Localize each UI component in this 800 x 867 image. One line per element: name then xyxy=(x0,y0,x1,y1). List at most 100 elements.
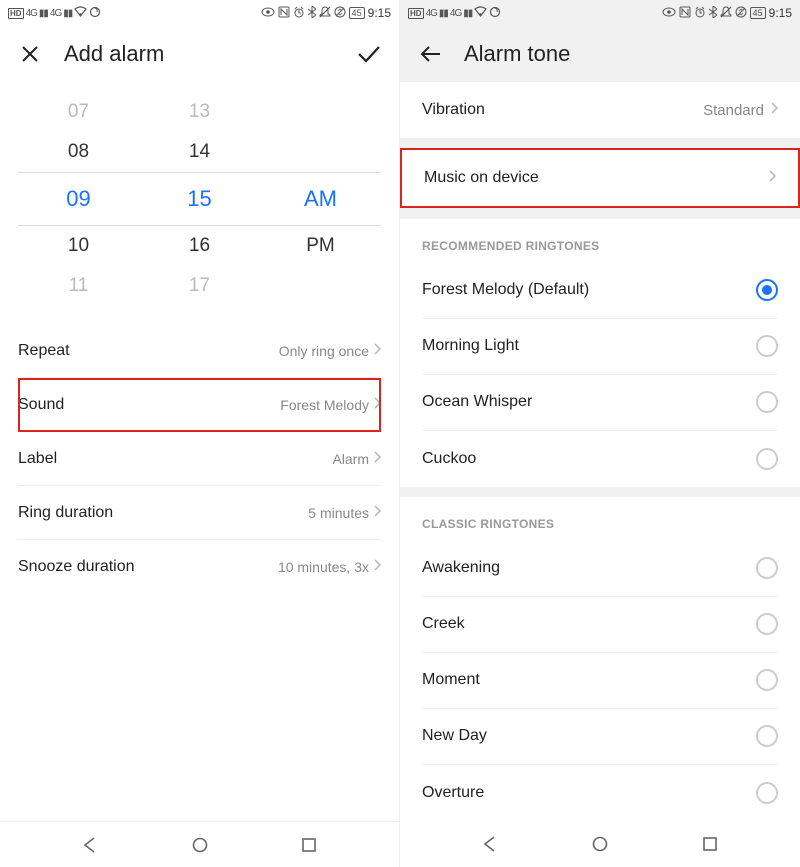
hd-badge: HD xyxy=(8,8,24,19)
chevron-right-icon xyxy=(373,558,381,576)
nav-recent[interactable] xyxy=(690,829,730,859)
ringtone-label: Overture xyxy=(422,784,484,802)
alarm-icon xyxy=(694,6,706,21)
row-label: Repeat xyxy=(18,342,70,360)
ringtone-item[interactable]: Creek xyxy=(422,597,778,653)
header: Alarm tone xyxy=(400,26,800,82)
picker-hour-selected[interactable]: 09 xyxy=(18,186,139,212)
picker-hour[interactable]: 10 xyxy=(18,235,139,257)
radio-unselected[interactable] xyxy=(756,782,778,804)
confirm-button[interactable] xyxy=(355,40,383,68)
ringtone-item[interactable]: Forest Melody (Default) xyxy=(422,263,778,319)
row-label: Ring duration xyxy=(18,504,113,522)
radio-unselected[interactable] xyxy=(756,669,778,691)
row-label: Snooze duration xyxy=(18,558,135,576)
bluetooth-icon xyxy=(709,6,717,21)
ringtone-item[interactable]: New Day xyxy=(422,709,778,765)
ringtone-label: Moment xyxy=(422,671,480,689)
picker-minute[interactable]: 16 xyxy=(139,235,260,257)
picker-minute[interactable]: 14 xyxy=(139,141,260,163)
picker-hour[interactable]: 08 xyxy=(18,141,139,163)
section-header-recommended: RECOMMENDED RINGTONES xyxy=(400,219,800,263)
picker-minute[interactable]: 17 xyxy=(139,275,260,297)
signal-bars-icon: ▮▮ xyxy=(39,8,48,19)
row-music-on-device[interactable]: Music on device xyxy=(402,150,798,206)
status-time: 9:15 xyxy=(769,6,792,20)
row-value: 5 minutes xyxy=(308,505,369,521)
close-button[interactable] xyxy=(16,40,44,68)
row-ring-duration[interactable]: Ring duration 5 minutes xyxy=(18,486,381,540)
signal-bars-icon-2: ▮▮ xyxy=(463,8,472,19)
ringtone-item[interactable]: Moment xyxy=(422,653,778,709)
nav-back[interactable] xyxy=(470,829,510,859)
ringtone-item[interactable]: Overture xyxy=(422,765,778,821)
status-bar: HD 4G ▮▮ 4G ▮▮ 45 9:15 xyxy=(400,0,800,26)
signal-4g-2: 4G xyxy=(450,8,461,19)
wifi-icon xyxy=(74,6,87,20)
page-title: Add alarm xyxy=(64,41,164,67)
radio-unselected[interactable] xyxy=(756,613,778,635)
row-label: Label xyxy=(18,450,57,468)
chevron-right-icon xyxy=(373,342,381,360)
ringtone-item[interactable]: Awakening xyxy=(422,541,778,597)
radio-unselected[interactable] xyxy=(756,448,778,470)
ringtone-item[interactable]: Ocean Whisper xyxy=(422,375,778,431)
picker-ampm-selected[interactable]: AM xyxy=(260,186,381,212)
list-classic: Awakening Creek Moment xyxy=(400,541,800,821)
row-value: 10 minutes, 3x xyxy=(278,559,369,575)
ringtone-label: Awakening xyxy=(422,559,500,577)
picker-minute-selected[interactable]: 15 xyxy=(139,186,260,212)
picker-hour[interactable]: 07 xyxy=(18,101,139,123)
ringtone-label: Ocean Whisper xyxy=(422,393,532,411)
nfc-icon xyxy=(679,6,691,21)
bluetooth-icon xyxy=(308,6,316,21)
picker-hour[interactable]: 11 xyxy=(18,275,139,297)
ringtone-item[interactable]: Morning Light xyxy=(422,319,778,375)
ringtone-item[interactable]: Cuckoo xyxy=(422,431,778,487)
header: Add alarm xyxy=(0,26,399,82)
nav-bar xyxy=(0,821,399,867)
row-label: Sound xyxy=(18,396,64,414)
row-label: Music on device xyxy=(424,169,539,187)
row-label-setting[interactable]: Label Alarm xyxy=(18,432,381,486)
eye-icon xyxy=(261,6,275,20)
chevron-right-icon xyxy=(373,396,381,414)
row-vibration[interactable]: Vibration Standard xyxy=(400,82,800,138)
row-value: Standard xyxy=(703,102,764,119)
phone-alarm-tone: HD 4G ▮▮ 4G ▮▮ 45 9:15 xyxy=(400,0,800,867)
mute-icon xyxy=(319,6,331,21)
time-picker[interactable]: 07 13 08 14 09 15 AM 10 16 PM 11 17 xyxy=(0,82,399,324)
row-sound[interactable]: Sound Forest Melody xyxy=(18,378,381,432)
wifi-icon xyxy=(474,6,487,20)
radio-unselected[interactable] xyxy=(756,557,778,579)
signal-bars-icon-2: ▮▮ xyxy=(63,8,72,19)
picker-minute[interactable]: 13 xyxy=(139,101,260,123)
mute-icon xyxy=(720,6,732,21)
back-button[interactable] xyxy=(416,40,444,68)
nav-home[interactable] xyxy=(580,829,620,859)
ringtone-label: Creek xyxy=(422,615,465,633)
radio-unselected[interactable] xyxy=(756,391,778,413)
page-title: Alarm tone xyxy=(464,41,570,67)
row-repeat[interactable]: Repeat Only ring once xyxy=(18,324,381,378)
radio-selected[interactable] xyxy=(756,279,778,301)
row-music-on-device-box: Music on device xyxy=(400,148,800,208)
nav-home[interactable] xyxy=(180,830,220,860)
row-value: Alarm xyxy=(332,451,369,467)
status-bar: HD 4G ▮▮ 4G ▮▮ xyxy=(0,0,399,26)
radio-unselected[interactable] xyxy=(756,335,778,357)
alarm-settings-list: Repeat Only ring once Sound Forest Melod… xyxy=(0,324,399,594)
phone-add-alarm: HD 4G ▮▮ 4G ▮▮ xyxy=(0,0,400,867)
nfc-icon xyxy=(278,6,290,21)
chevron-right-icon xyxy=(373,450,381,468)
row-snooze-duration[interactable]: Snooze duration 10 minutes, 3x xyxy=(18,540,381,594)
alarm-icon xyxy=(293,6,305,21)
picker-ampm[interactable]: PM xyxy=(260,235,381,257)
nav-back[interactable] xyxy=(70,830,110,860)
battery-icon: 45 xyxy=(349,7,365,19)
ringtone-label: Cuckoo xyxy=(422,450,476,468)
swirl-icon xyxy=(489,6,501,21)
swirl-icon xyxy=(89,6,101,21)
nav-recent[interactable] xyxy=(289,830,329,860)
radio-unselected[interactable] xyxy=(756,725,778,747)
